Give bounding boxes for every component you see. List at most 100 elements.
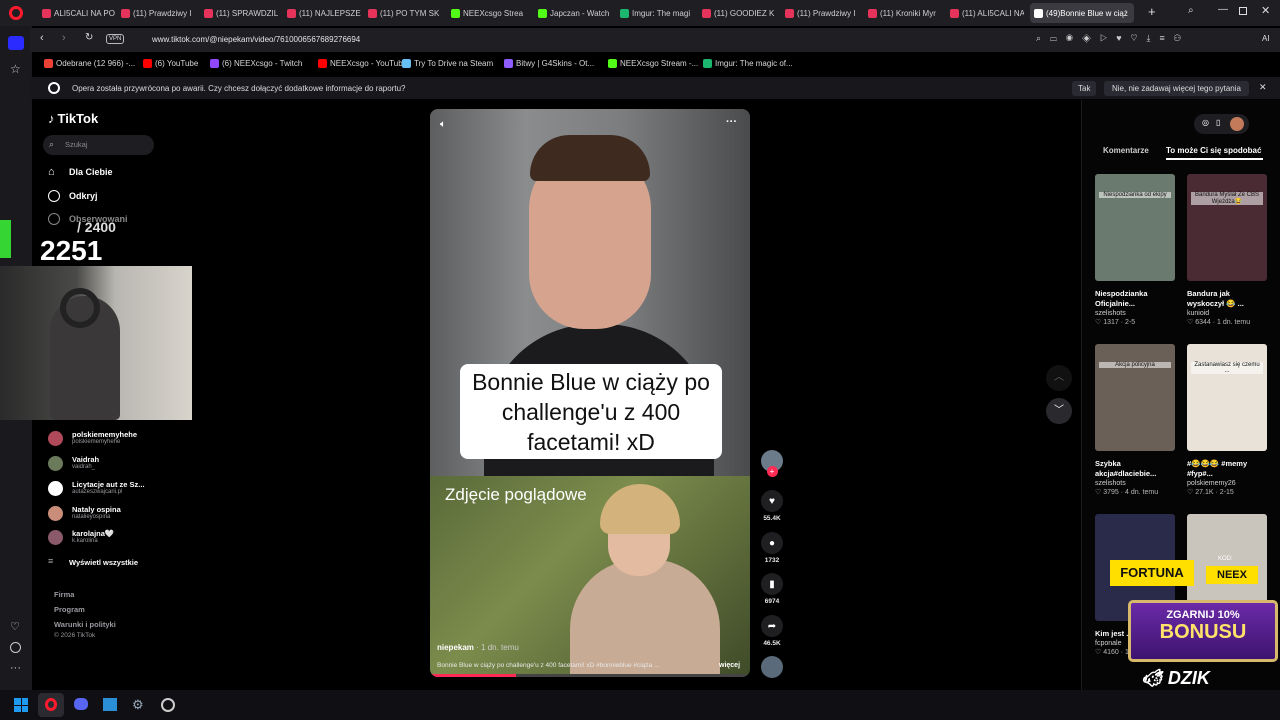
browser-tab[interactable]: (11) PO TYM SK [364, 3, 442, 23]
share-button[interactable]: ➦ 46.5K [758, 615, 786, 647]
recommended-video[interactable]: Akcja policyjna Szybka akcja#dlaciebie...… [1095, 344, 1177, 498]
show-all-following[interactable]: ≡ Wyświetl wszystkie [48, 556, 138, 568]
browser-tab[interactable]: (11) SPRAWDZIL [200, 3, 278, 23]
browser-tab[interactable]: (11) NAJLEPSZE [283, 3, 361, 23]
following-account[interactable]: Vaidrah vaidrah_ [48, 455, 99, 471]
music-disc-icon [761, 656, 783, 678]
bookmark-item[interactable]: Imgur: The magic of... [703, 59, 793, 68]
footer-terms[interactable]: Warunki i polityki [54, 620, 116, 629]
vpn-badge[interactable]: VPN [106, 34, 125, 44]
back-icon[interactable]: ‹ [40, 32, 44, 44]
comment-button[interactable]: ● 1732 [758, 532, 786, 564]
next-video-button[interactable]: ﹀ [1046, 398, 1072, 424]
mute-icon[interactable]: 🔈︎ [440, 119, 446, 130]
bookmark-item[interactable]: Bitwy | G4Skins - Ot... [504, 59, 594, 68]
more-icon[interactable]: ··· [10, 662, 21, 674]
bookmark-favicon-icon [608, 59, 617, 68]
thumbnail-text: Zastanawiasz się czemu ... [1191, 362, 1263, 374]
more-link[interactable]: więcej [719, 662, 740, 669]
bookmark-item[interactable]: NEEXcsgo Stream -... [608, 59, 698, 68]
browser-tab[interactable]: Imgur: The magi [616, 3, 694, 23]
nav-explore[interactable]: Odkryj [48, 190, 98, 202]
save-button[interactable]: ▮ 6974 [758, 573, 786, 605]
recommended-author: szelishots [1095, 310, 1126, 317]
windows-start-icon[interactable] [14, 698, 28, 712]
footer-company[interactable]: Firma [54, 590, 74, 599]
home-sidebar-icon[interactable] [8, 36, 24, 50]
woman-figure [570, 559, 720, 677]
reload-icon[interactable]: ↻ [85, 32, 93, 43]
follow-plus-icon[interactable]: + [766, 466, 778, 477]
music-disc-button[interactable] [758, 656, 786, 678]
recommended-video[interactable]: Zastanawiasz się czemu ... #😂😂😂 #memy #fy… [1187, 344, 1269, 498]
prev-video-button[interactable]: ︿ [1046, 365, 1072, 391]
browser-tab[interactable]: (11) Prawdziwy I [781, 3, 859, 23]
settings-taskbar-icon[interactable]: ⚙ [132, 697, 144, 713]
following-account[interactable]: karolajna🤍 k.karolina [48, 529, 114, 545]
heart-icon[interactable]: ♡ [10, 620, 20, 633]
app-taskbar-icon[interactable] [103, 698, 117, 711]
ai-button[interactable]: AI [1262, 34, 1270, 43]
video-caption-text: Bonnie Blue w ciąży po challenge'u z 400… [472, 369, 710, 455]
tab-recommendations[interactable]: To może Ci się spodobać [1166, 146, 1261, 155]
like-button[interactable]: ♥ 55.4K [758, 490, 786, 522]
recommended-video[interactable]: Niespodzianka od ekipy Niespodzianka Ofic… [1095, 174, 1177, 328]
author-avatar-button[interactable]: + [758, 450, 786, 477]
scan-icon[interactable]: ◎ [1202, 118, 1209, 127]
fortuna-banner: FORTUNA [1110, 560, 1194, 586]
headphones-icon [60, 288, 100, 328]
phone-icon[interactable]: ▯ [1216, 118, 1220, 127]
video-author[interactable]: niepekam · 1 dn. temu [437, 643, 519, 652]
bookmark-label: Try To Drive na Steam [414, 59, 494, 68]
following-handle: autazeszwajcarii.pl [72, 489, 123, 495]
following-account[interactable]: Nataly ospina natalieyospina [48, 505, 121, 521]
infobar-yes-button[interactable]: Tak [1072, 81, 1097, 96]
recommended-date: 4 dn. temu [1125, 489, 1159, 496]
infobar-close-icon[interactable]: ✕ [1259, 82, 1267, 93]
maximize-icon[interactable] [1239, 7, 1247, 15]
profile-avatar[interactable] [1230, 117, 1244, 131]
progress-track[interactable] [430, 674, 750, 677]
bookmark-item[interactable]: (6) NEEXcsgo - Twitch [210, 59, 302, 68]
address-toolbar: ‹ › ↻ VPN www.tiktok.com/@niepekam/video… [30, 28, 1280, 52]
browser-tab[interactable]: Japczan - Watch [534, 3, 612, 23]
browser-tab[interactable]: (49)Bonnie Blue w ciąż [1030, 3, 1134, 23]
recommended-date: 1 dn. temu [1217, 319, 1251, 326]
bookmark-item[interactable]: (6) YouTube [143, 59, 198, 68]
browser-tab[interactable]: (11) ALI5CALI NA [946, 3, 1024, 23]
history-icon[interactable] [10, 642, 21, 653]
footer-program[interactable]: Program [54, 605, 85, 614]
browser-tab[interactable]: NEEXcsgo Strea [447, 3, 525, 23]
steam-taskbar-icon[interactable] [161, 698, 175, 712]
recommended-video[interactable]: Bandura Myślał Że CBŚ Wjeżdża😂 Bandura ja… [1187, 174, 1269, 328]
bookmark-item[interactable]: Odebrane (12 966) -... [44, 59, 135, 68]
more-options-icon[interactable]: ··· [726, 116, 737, 128]
bookmark-item[interactable]: NEEXcsgo - YouTube [318, 59, 407, 68]
bookmark-item[interactable]: Try To Drive na Steam [402, 59, 493, 68]
tab-favicon-icon [702, 8, 711, 18]
browser-tab[interactable]: (11) Kroniki Myr [864, 3, 942, 23]
star-icon[interactable]: ☆ [10, 62, 21, 76]
nav-for-you[interactable]: ⌂ Dla Ciebie [48, 166, 113, 178]
browser-tab[interactable]: (11) Prawdziwy I [117, 3, 195, 23]
new-tab-icon[interactable]: + [1148, 4, 1156, 19]
close-window-icon[interactable]: ✕ [1261, 4, 1270, 17]
discord-taskbar-icon[interactable] [74, 698, 88, 710]
address-bar[interactable]: www.tiktok.com/@niepekam/video/761000656… [152, 35, 360, 44]
infobar-no-button[interactable]: Nie, nie zadawaj więcej tego pytania [1104, 81, 1249, 96]
following-account[interactable]: polskiememyhehe polskiememyhehe [48, 430, 137, 446]
video-player[interactable]: 🔈︎ ··· Bonnie Blue w ciąży po challenge'… [430, 109, 750, 677]
opera-taskbar-icon[interactable] [38, 693, 64, 717]
tab-comments[interactable]: Komentarze [1103, 146, 1149, 155]
browser-tab[interactable]: (11) GOODIEZ K [698, 3, 776, 23]
browser-tab[interactable]: ALI5CALI NA PO [38, 3, 116, 23]
minimize-icon[interactable]: — [1218, 4, 1228, 15]
search-input[interactable]: ⌕ Szukaj [43, 135, 154, 155]
forward-icon[interactable]: › [62, 32, 66, 44]
tab-favicon-icon [620, 8, 629, 18]
tab-label: ALI5CALI NA PO [54, 8, 115, 18]
following-account[interactable]: Licytacje aut ze Sz... autazeszwajcarii.p… [48, 480, 145, 496]
tiktok-logo[interactable]: ♪ TikTok [48, 111, 98, 126]
search-tabs-icon[interactable]: ⌕ [1188, 5, 1194, 16]
opera-logo-icon[interactable] [9, 6, 23, 20]
